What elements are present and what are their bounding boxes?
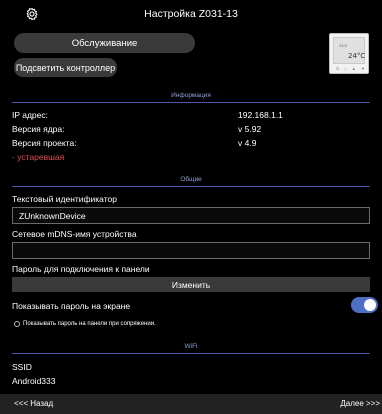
device-buttons: ⏻ ○ ▲ ▼ [336,66,367,71]
toggle-knob [364,299,376,311]
show-password-label: Показывать пароль на экране [12,301,131,311]
section-info-divider [12,102,370,103]
page-title: Настройка Z031-13 [144,8,238,20]
section-info-title: Информация [171,92,211,99]
section-wifi-title: WiFi [184,343,198,350]
back-button[interactable]: <<< Назад [14,399,53,408]
section-wifi-divider [12,353,370,354]
ip-label: IP адрес: [12,110,48,120]
change-password-button[interactable]: Изменить [12,277,370,292]
show-on-pair-label: Показывать пароль на панели при сопряжен… [23,321,156,327]
ssid-label: SSID [12,362,32,372]
device-screen-value: 24°C [348,52,366,60]
device-screen: 23.5 24°C [333,37,365,64]
section-general-title: Общие [180,176,202,183]
show-on-pair-radio[interactable] [14,321,20,327]
highlight-controller-button[interactable]: Подсветить контроллер [14,58,117,77]
outdated-warning: - устаревшая [12,152,65,162]
password-label: Пароль для подключения к панели [12,264,150,274]
project-version-value: v 4.9 [238,138,257,148]
service-button[interactable]: Обслуживание [14,33,195,53]
device-thumbnail: 23.5 24°C ⏻ ○ ▲ ▼ [329,33,369,74]
project-version-label: Версия проекта: [12,138,77,148]
text-id-input[interactable]: ZUnknownDevice [12,207,370,224]
footer-bar: <<< Назад Далее >>> [0,394,382,414]
mdns-input[interactable] [12,242,370,259]
ssid-value: Android333 [12,376,56,386]
mdns-label: Сетевое mDNS-имя устройства [12,229,137,239]
kernel-version-label: Версия ядра: [12,124,65,134]
show-password-toggle[interactable] [351,297,378,313]
next-button[interactable]: Далее >>> [340,399,380,408]
device-screen-small-value: 23.5 [339,43,347,48]
section-general-divider [12,186,370,187]
kernel-version-value: v 5.92 [238,124,262,134]
header-bar: Настройка Z031-13 [0,0,382,28]
text-id-label: Текстовый идентификатор [12,194,117,204]
ip-value: 192.168.1.1 [238,110,283,120]
